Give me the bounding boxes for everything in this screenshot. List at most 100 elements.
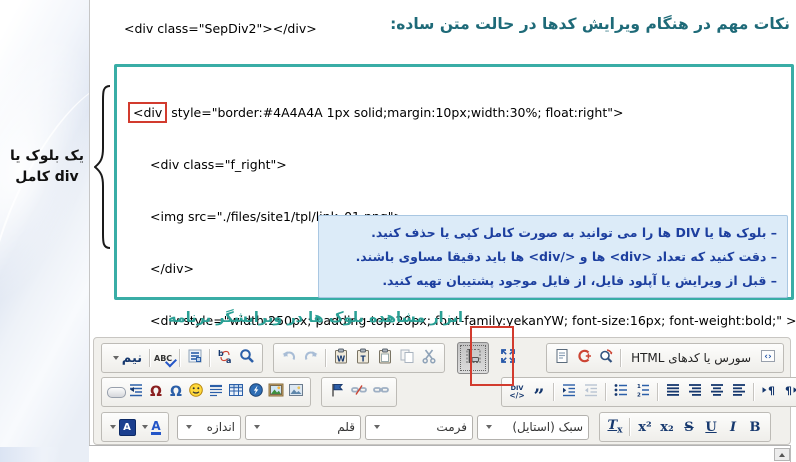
strikethrough-button[interactable]: S	[678, 415, 700, 439]
outdent-icon	[583, 382, 599, 402]
justify-block-button[interactable]	[662, 380, 684, 404]
justify-left-icon	[731, 382, 747, 402]
svg-text:2: 2	[637, 393, 641, 399]
editor-toolbar: نیم ABC ba W T	[93, 337, 791, 445]
scrollbar-up-button[interactable]	[774, 448, 790, 461]
undo-button[interactable]	[278, 346, 300, 370]
paste-from-word-button[interactable]: W	[330, 346, 352, 370]
horizontal-rule-button[interactable]	[206, 380, 226, 404]
paste-button[interactable]	[374, 346, 396, 370]
replace-icon: ba	[217, 348, 233, 368]
underline-button[interactable]: U	[700, 415, 722, 439]
remove-format-button[interactable]: Tx	[604, 415, 626, 439]
insert-field-button[interactable]	[126, 380, 146, 404]
half-space-button[interactable]: نیم	[106, 346, 146, 370]
toolbar-group-find: نیم ABC ba	[101, 343, 263, 373]
link-button[interactable]	[370, 380, 392, 404]
editor-content-area[interactable]	[89, 445, 791, 462]
spellcheck-button[interactable]: ABC	[154, 346, 176, 370]
form-field-button[interactable]	[106, 380, 126, 404]
format-dropdown-label: فرمت	[391, 420, 467, 434]
toolbar-separator	[629, 418, 631, 436]
chevron-down-icon	[254, 425, 260, 429]
indent-icon	[561, 382, 577, 402]
flash-icon	[248, 382, 264, 402]
cleanup-button[interactable]	[573, 346, 595, 370]
bg-color-button[interactable]: A	[106, 415, 136, 439]
font-dropdown[interactable]: قلم	[245, 415, 361, 440]
toolbar-separator	[149, 349, 151, 367]
note-line: – دقت کنید که تعداد <div> ها و </div> ها…	[329, 245, 777, 269]
numbered-list-button[interactable]: 12	[632, 380, 654, 404]
svg-text:b: b	[218, 349, 224, 358]
image-button[interactable]	[286, 380, 306, 404]
toolbar-group-paragraph: DIV </> ” 12 ¶ ¶	[501, 377, 796, 407]
toolbar-group-insert: Ω Ω	[101, 377, 311, 407]
source-button-label: سورس یا کدهای HTML	[631, 351, 751, 365]
toolbar-separator	[605, 383, 607, 401]
flash-button[interactable]	[246, 380, 266, 404]
anchor-button[interactable]	[326, 380, 348, 404]
strikethrough-icon: S	[684, 420, 693, 435]
document-button[interactable]	[551, 346, 573, 370]
bold-icon: B	[750, 420, 761, 435]
code-line-above-box: <div class="SepDiv2"></div>	[124, 21, 317, 36]
direction-rtl-button[interactable]: ¶	[780, 380, 796, 404]
image-icon	[288, 382, 304, 402]
replace-button[interactable]: ba	[214, 346, 236, 370]
paste-as-text-button[interactable]: T	[352, 346, 374, 370]
text-color-button[interactable]: A	[136, 415, 164, 439]
outdent-button[interactable]	[580, 380, 602, 404]
cut-button[interactable]	[418, 346, 440, 370]
bold-button[interactable]: B	[744, 415, 766, 439]
toolbar-separator	[657, 383, 659, 401]
superscript-button[interactable]: x²	[634, 415, 656, 439]
source-button[interactable]: ‹›	[757, 346, 779, 370]
horizontal-rule-icon	[208, 382, 224, 402]
image-advanced-button[interactable]	[266, 380, 286, 404]
bullet-list-button[interactable]	[610, 380, 632, 404]
svg-text:T: T	[360, 355, 366, 364]
format-dropdown[interactable]: فرمت	[365, 415, 473, 440]
source-code-icon: ‹›	[760, 348, 776, 368]
paste-from-word-icon: W	[333, 348, 349, 368]
copy-button[interactable]	[396, 346, 418, 370]
justify-right-button[interactable]	[684, 380, 706, 404]
note-line: – بلوک ها یا DIV ها را می توانید به صورت…	[329, 221, 777, 245]
chevron-down-icon	[142, 425, 148, 429]
block-label-line1: یک بلوک یا	[4, 146, 90, 167]
direction-ltr-button[interactable]: ¶	[758, 380, 780, 404]
special-char-button[interactable]: Ω	[166, 380, 186, 404]
subscript-button[interactable]: x₂	[656, 415, 678, 439]
italic-button[interactable]: I	[722, 415, 744, 439]
div-container-icon: DIV </>	[509, 385, 524, 399]
select-all-button[interactable]	[184, 346, 206, 370]
link-icon	[373, 382, 389, 402]
blockquote-button[interactable]: ”	[528, 380, 550, 404]
toolbar-row-1: نیم ABC ba W T	[99, 341, 785, 375]
open-div-highlight: <div	[128, 102, 167, 123]
chevron-down-icon	[374, 425, 380, 429]
size-dropdown[interactable]: اندازه	[177, 415, 241, 440]
blockquote-icon: ”	[534, 391, 545, 401]
svg-text:‹›: ‹›	[764, 352, 772, 362]
preview-icon	[598, 348, 614, 368]
style-dropdown[interactable]: سبک (استایل)	[477, 415, 589, 440]
smiley-button[interactable]	[186, 380, 206, 404]
unlink-button[interactable]	[348, 380, 370, 404]
table-button[interactable]	[226, 380, 246, 404]
find-button[interactable]	[236, 346, 258, 370]
symbol-button[interactable]: Ω	[146, 380, 166, 404]
justify-left-button[interactable]	[728, 380, 750, 404]
show-blocks-highlight-rectangle	[470, 326, 514, 386]
preview-button[interactable]	[595, 346, 617, 370]
justify-center-button[interactable]	[706, 380, 728, 404]
superscript-icon: x²	[638, 420, 651, 435]
indent-button[interactable]	[558, 380, 580, 404]
smiley-icon	[188, 382, 204, 402]
toolbar-section-title: ابزار مشاهده بلوک ها در ویرایشگر برنامه	[168, 310, 463, 326]
redo-button[interactable]	[300, 346, 322, 370]
toolbar-separator	[325, 349, 327, 367]
direction-rtl-icon: ¶	[783, 382, 796, 402]
chevron-down-icon	[113, 356, 119, 360]
